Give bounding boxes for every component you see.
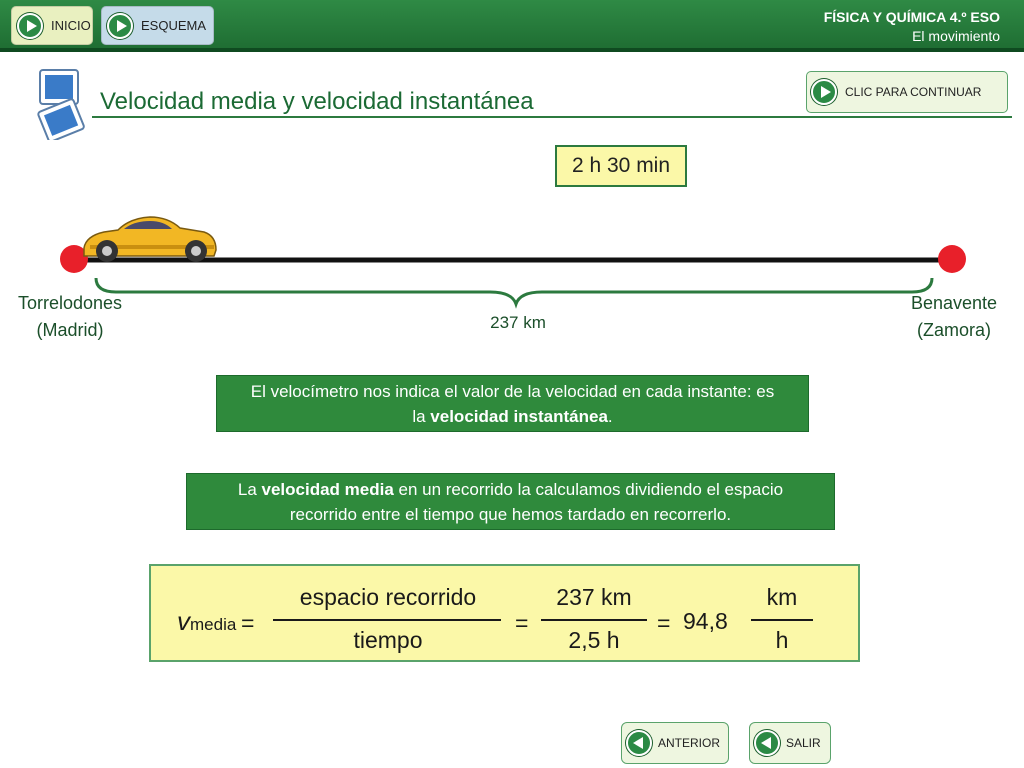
- header-bar: INICIO ESQUEMA FÍSICA Y QUÍMICA 4.º ESO …: [0, 0, 1024, 52]
- continue-button[interactable]: CLIC PARA CONTINUAR: [806, 71, 1008, 113]
- distance-label: 237 km: [490, 313, 546, 332]
- equals-sign: =: [657, 610, 671, 636]
- salir-label: SALIR: [786, 736, 821, 750]
- anterior-button[interactable]: ANTERIOR: [621, 722, 729, 764]
- car-icon: [83, 216, 217, 262]
- destination-marker: [938, 245, 966, 273]
- note-bold: velocidad instantánea: [430, 406, 608, 426]
- play-icon: [107, 12, 133, 39]
- page-title: Velocidad media y velocidad instantánea: [100, 88, 534, 115]
- destination-region: (Zamora): [916, 320, 991, 340]
- v-letter: v: [177, 606, 190, 636]
- note-text-end: .: [607, 406, 613, 426]
- back-icon: [626, 730, 652, 756]
- equals-sign: =: [241, 610, 255, 636]
- velocity-symbol: vmedia: [177, 606, 236, 637]
- fraction-bar: [541, 619, 647, 621]
- v-subscript: media: [190, 615, 237, 634]
- unit-title: El movimiento: [912, 28, 1000, 44]
- continue-label: CLIC PARA CONTINUAR: [845, 85, 982, 99]
- subject-title: FÍSICA Y QUÍMICA 4.º ESO: [823, 9, 1000, 25]
- equals-sign: =: [515, 610, 529, 636]
- play-icon: [811, 79, 837, 105]
- denominator-duration: 2,5 h: [568, 627, 620, 653]
- numerator-distance: 237 km: [556, 584, 632, 610]
- average-velocity-note: La velocidad media en un recorrido la ca…: [186, 473, 835, 530]
- salir-button[interactable]: SALIR: [749, 722, 831, 764]
- origin-label: Torrelodones (Madrid): [8, 290, 132, 344]
- destination-city: Benavente: [910, 293, 998, 313]
- numerator-space: espacio recorrido: [299, 584, 477, 610]
- esquema-label: ESQUEMA: [141, 18, 207, 33]
- average-velocity-formula: vmedia = espacio recorrido tiempo = 237 …: [149, 564, 860, 662]
- fraction-bar: [751, 619, 813, 621]
- fraction-bar: [273, 619, 501, 621]
- note-text: La: [237, 479, 262, 499]
- back-icon: [754, 730, 780, 756]
- denominator-time: tiempo: [353, 627, 423, 653]
- unit-denominator: h: [775, 627, 789, 653]
- play-icon: [17, 12, 43, 39]
- title-divider: [92, 116, 1012, 118]
- subject-heading: FÍSICA Y QUÍMICA 4.º ESO El movimiento: [824, 8, 1000, 46]
- slides-icon: [37, 69, 85, 140]
- origin-city: Torrelodones: [17, 293, 123, 313]
- esquema-button[interactable]: ESQUEMA: [101, 6, 214, 45]
- origin-region: (Madrid): [36, 320, 104, 340]
- elapsed-time-box: 2 h 30 min: [555, 145, 687, 187]
- destination-label: Benavente (Zamora): [892, 290, 1016, 344]
- inicio-label: INICIO: [51, 18, 91, 33]
- note-bold: velocidad media: [261, 479, 394, 499]
- instant-velocity-note: El velocímetro nos indica el valor de la…: [216, 375, 809, 432]
- distance-brace: [94, 277, 934, 309]
- anterior-label: ANTERIOR: [658, 736, 721, 750]
- unit-numerator: km: [766, 584, 798, 610]
- inicio-button[interactable]: INICIO: [11, 6, 93, 45]
- result-value: 94,8: [683, 608, 728, 634]
